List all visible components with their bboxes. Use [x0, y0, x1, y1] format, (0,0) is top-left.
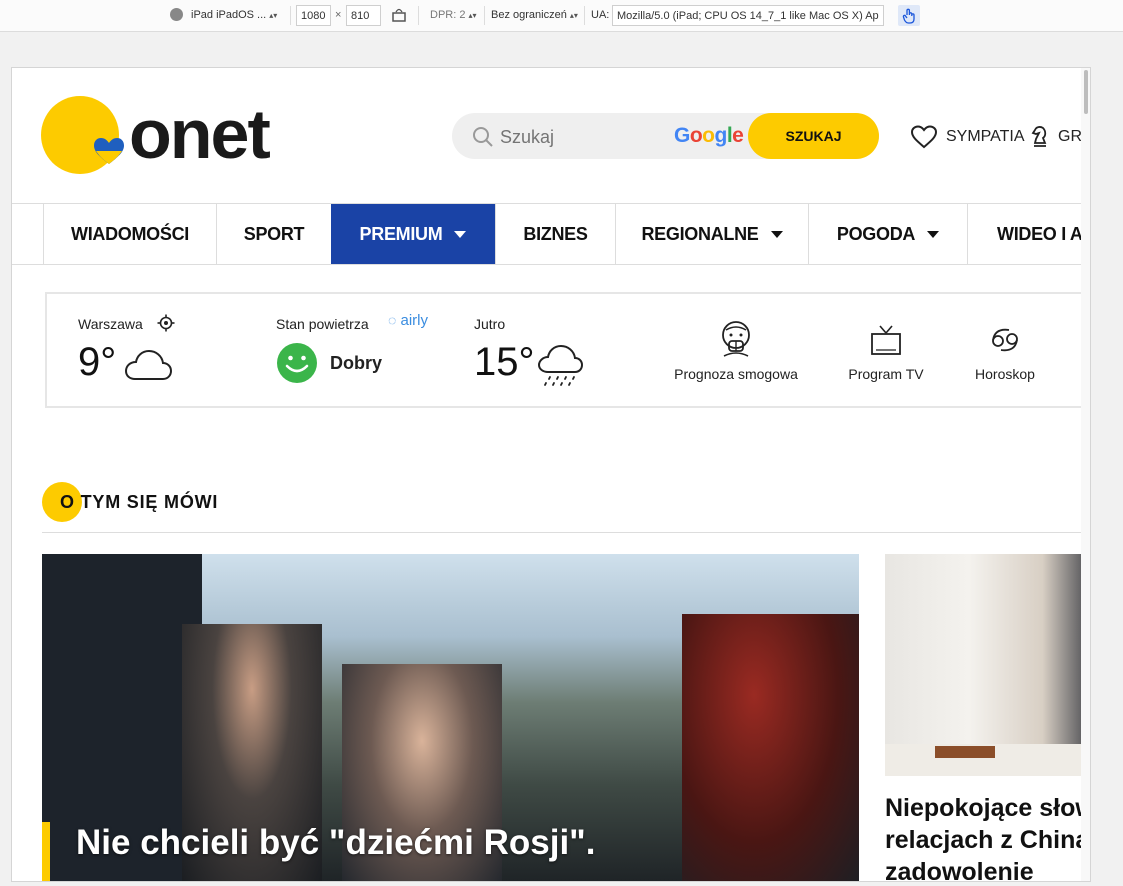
service-horoscope[interactable]: Horoskop	[966, 320, 1044, 382]
location-icon[interactable]	[157, 314, 175, 332]
service-label: Prognoza smogowa	[674, 366, 798, 382]
caret-down-icon	[770, 230, 783, 238]
nav-item-wideo[interactable]: WIDEO I AU	[967, 204, 1091, 264]
search-input[interactable]	[498, 123, 672, 151]
main-story-card[interactable]: Nie chcieli być "dziećmi Rosji".	[42, 554, 859, 881]
nav-label: POGODA	[836, 224, 916, 244]
nav-item-wiadomosci[interactable]: WIADOMOŚCI	[43, 204, 216, 264]
updown-caret-icon: ▴▾	[468, 11, 477, 20]
nav-item-premium[interactable]: PREMIUM	[331, 204, 495, 264]
scrollbar[interactable]	[1081, 68, 1090, 881]
heart-outline-icon	[910, 125, 938, 149]
section-divider	[42, 532, 1090, 533]
search-icon	[473, 127, 493, 147]
service-tv-program[interactable]: Program TV	[842, 320, 930, 382]
gas-mask-icon	[722, 321, 750, 357]
google-logo: Google	[674, 124, 744, 147]
nav-item-biznes[interactable]: BIZNES	[495, 204, 615, 264]
throttle-select[interactable]: Bez ograniczeń ▴▾	[491, 5, 578, 26]
side-story-headline[interactable]: Niepokojące słowa relacjach z Chinam zad…	[885, 792, 1090, 881]
touch-icon[interactable]	[898, 5, 920, 26]
airly-ring-icon: ◌	[388, 312, 397, 328]
search-bar: Google SZUKAJ	[452, 113, 879, 159]
nav-item-regionalne[interactable]: REGIONALNE	[615, 204, 808, 264]
temperature-tomorrow: 15°	[474, 340, 535, 384]
air-quality-status: Dobry	[330, 353, 383, 373]
logo-wordmark: onet	[129, 95, 271, 173]
onet-logo[interactable]: onet	[41, 95, 291, 176]
nav-label: PREMIUM	[359, 224, 443, 244]
dpr-label: DPR: 2	[430, 9, 466, 21]
service-label: Program TV	[848, 366, 924, 382]
city-label: Warszawa	[78, 316, 143, 332]
search-button[interactable]: SZUKAJ	[748, 113, 879, 159]
caret-down-icon	[454, 230, 467, 238]
main-story-headline[interactable]: Nie chcieli być "dziećmi Rosji".	[76, 819, 846, 867]
rotate-icon[interactable]	[390, 6, 408, 27]
throttle-label: Bez ograniczeń	[491, 9, 567, 21]
nav-item-pogoda[interactable]: POGODA	[808, 204, 967, 264]
service-label: Horoskop	[975, 366, 1035, 382]
width-input[interactable]: 1080	[296, 5, 331, 26]
side-story-card[interactable]: Niepokojące słowa relacjach z Chinam zad…	[885, 554, 1090, 881]
device-label: iPad iPadOS ...	[191, 9, 267, 21]
caret-down-icon	[927, 230, 940, 238]
scrollbar-thumb[interactable]	[1084, 70, 1088, 114]
nav-label: WIDEO I AU	[997, 224, 1091, 244]
temperature-today: 9°	[78, 340, 117, 384]
tv-icon	[871, 325, 901, 355]
smiley-icon	[277, 343, 317, 383]
no-entry-icon	[170, 7, 183, 21]
ua-label: UA:	[591, 9, 610, 21]
cancer-zodiac-icon	[992, 328, 1018, 352]
main-nav: WIADOMOŚCI SPORT PREMIUM BIZNES REGIONAL…	[12, 203, 1091, 265]
sympatia-link[interactable]: SYMPATIA	[910, 125, 1025, 149]
updown-caret-icon: ▴▾	[569, 11, 578, 20]
updown-caret-icon: ▴▾	[269, 11, 278, 20]
headline-accent-bar	[42, 822, 50, 881]
airly-logo: ◌ airly	[388, 312, 428, 329]
service-smog-forecast[interactable]: Prognoza smogowa	[668, 320, 804, 382]
weather-widget: Warszawa 9° Stan powietrza ◌ airly Dobry…	[45, 292, 1090, 408]
device-select[interactable]: iPad iPadOS ... ▴▾	[170, 5, 277, 26]
nav-label: WIADOMOŚCI	[71, 224, 189, 244]
airly-label: airly	[400, 312, 429, 329]
section-title: O TYM SIĘ MÓWI	[60, 492, 219, 512]
nav-label: SPORT	[243, 224, 305, 244]
sympatia-label: SYMPATIA	[946, 128, 1025, 145]
height-input[interactable]: 810	[346, 5, 381, 26]
page-viewport: onet Google SZUKAJ SYMPATIA GRY WIADOMOŚ…	[11, 67, 1091, 882]
tomorrow-label: Jutro	[474, 316, 506, 332]
air-quality-label: Stan powietrza	[276, 316, 369, 332]
heart-icon	[94, 138, 124, 164]
side-story-photo	[885, 554, 1090, 776]
rain-cloud-icon	[537, 344, 584, 386]
cloud-icon	[124, 349, 173, 380]
nav-item-sport[interactable]: SPORT	[216, 204, 331, 264]
chess-knight-icon	[1031, 126, 1047, 147]
dpr-select[interactable]: DPR: 2 ▴▾	[430, 5, 477, 26]
devtools-device-toolbar: iPad iPadOS ... ▴▾ 1080 × 810 DPR: 2 ▴▾ Be…	[0, 0, 1123, 32]
times-sign: ×	[335, 9, 342, 21]
nav-label: REGIONALNE	[641, 224, 759, 244]
nav-label: BIZNES	[523, 224, 588, 244]
user-agent-input[interactable]: Mozilla/5.0 (iPad; CPU OS 14_7_1 like Ma…	[612, 5, 884, 26]
